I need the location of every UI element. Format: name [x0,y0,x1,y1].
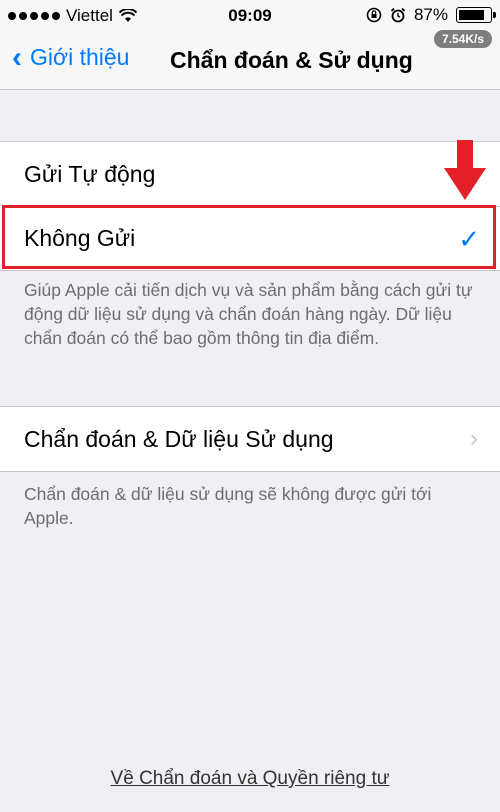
diagnostics-group: Chẩn đoán & Dữ liệu Sử dụng › [0,406,500,472]
diagnostics-usage-row[interactable]: Chẩn đoán & Dữ liệu Sử dụng › [0,407,500,471]
chevron-right-icon: › [470,425,478,452]
status-bar: Viettel 09:09 87% [0,0,500,32]
chevron-left-icon: ‹ [12,40,22,74]
battery-percent: 87% [413,5,448,24]
privacy-link[interactable]: Về Chẩn đoán và Quyền riêng tư [0,768,500,790]
diagnostics-footer-text: Chẩn đoán & dữ liệu sử dụng sẽ không đượ… [24,484,432,528]
option-auto-send-label: Gửi Tự động [24,160,156,187]
option-dont-send[interactable]: Không Gửi ✓ [0,206,500,270]
alarm-icon [390,7,406,23]
back-button-label: Giới thiệu [30,44,130,70]
navigation-bar: ‹ Giới thiệu Chẩn đoán & Sử dụng [0,32,500,90]
status-right: 87% [366,5,496,25]
options-footer-text: Giúp Apple cải tiến dịch vụ và sản phẩm … [24,280,473,348]
arrow-down-icon [444,140,486,200]
option-auto-send[interactable]: Gửi Tự động [0,142,500,206]
back-button[interactable]: ‹ Giới thiệu [12,40,130,74]
send-options-group: Gửi Tự động Không Gửi ✓ [0,141,500,271]
battery-level [459,10,485,20]
checkmark-icon: ✓ [458,224,480,254]
rotation-lock-icon [366,7,382,23]
diagnostics-usage-label: Chẩn đoán & Dữ liệu Sử dụng [24,425,334,452]
battery-icon [456,7,496,23]
cell-divider [24,206,500,207]
option-dont-send-label: Không Gửi [24,224,136,251]
network-speed-badge: 7.54K/s [433,30,492,48]
page-title: Chẩn đoán & Sử dụng [170,47,413,73]
